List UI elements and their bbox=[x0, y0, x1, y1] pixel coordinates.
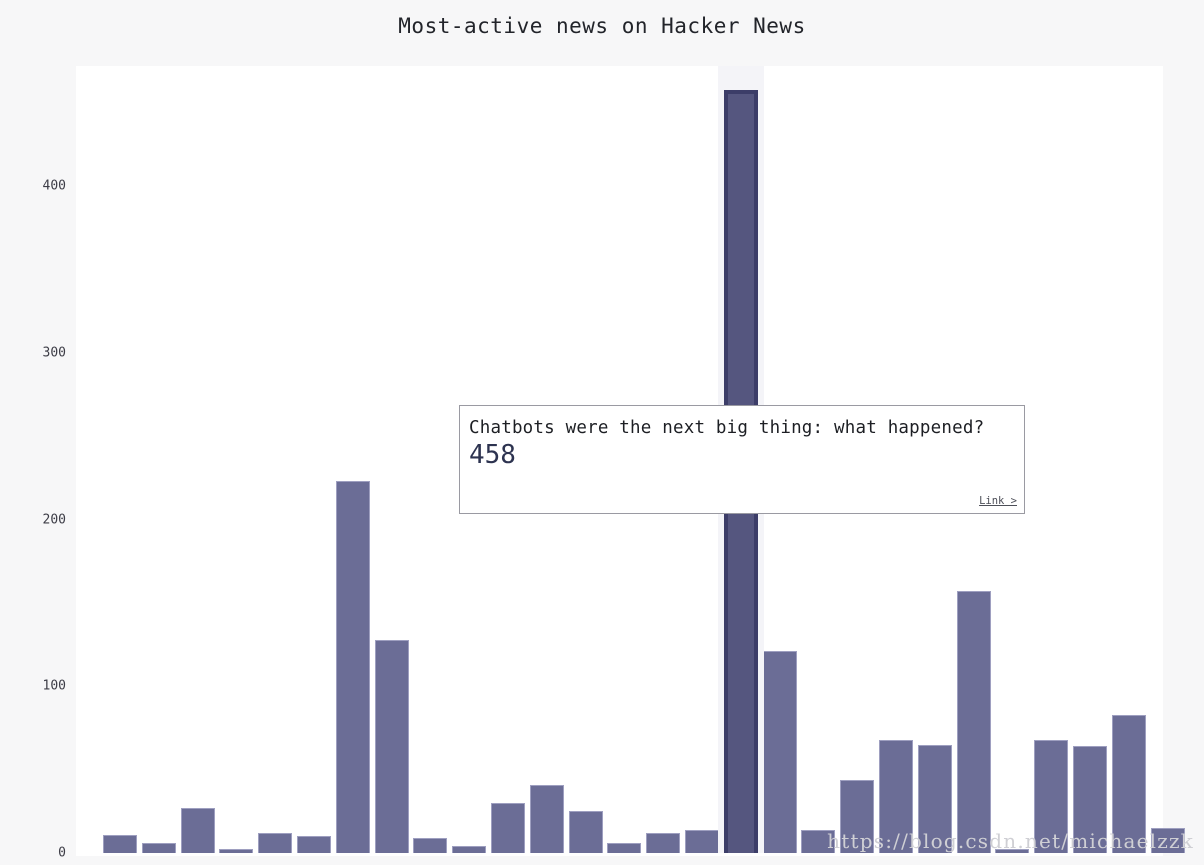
bar[interactable] bbox=[1150, 828, 1185, 853]
bar[interactable] bbox=[879, 739, 913, 853]
bar[interactable] bbox=[646, 833, 681, 853]
bar[interactable] bbox=[1111, 714, 1146, 853]
bar[interactable] bbox=[995, 849, 1030, 853]
tooltip: Chatbots were the next big thing: what h… bbox=[459, 405, 1025, 514]
bar[interactable] bbox=[529, 784, 564, 853]
bar[interactable] bbox=[568, 811, 603, 853]
bar[interactable] bbox=[491, 803, 525, 853]
bar[interactable] bbox=[917, 744, 952, 853]
chart-root: Most-active news on Hacker News 0 100 200 3… bbox=[0, 0, 1204, 865]
y-axis-tick: 300 bbox=[42, 345, 66, 361]
bar[interactable] bbox=[258, 833, 293, 853]
bar[interactable] bbox=[413, 838, 448, 853]
tooltip-link[interactable]: Link > bbox=[979, 495, 1017, 507]
bar[interactable] bbox=[297, 836, 331, 853]
bar[interactable] bbox=[607, 843, 642, 853]
bar[interactable] bbox=[219, 849, 254, 853]
y-axis-tick: 400 bbox=[42, 178, 66, 194]
bar[interactable] bbox=[1073, 746, 1107, 853]
y-axis-tick: 0 bbox=[58, 845, 66, 861]
bar[interactable] bbox=[840, 779, 875, 853]
tooltip-title: Chatbots were the next big thing: what h… bbox=[469, 418, 985, 438]
tooltip-value: 458 bbox=[469, 439, 516, 470]
bar[interactable] bbox=[180, 808, 215, 853]
bar[interactable] bbox=[452, 846, 487, 853]
y-axis-tick: 100 bbox=[42, 678, 66, 694]
y-axis: 0 100 200 300 400 bbox=[0, 66, 76, 861]
bar[interactable] bbox=[141, 843, 176, 853]
page-title: Most-active news on Hacker News bbox=[398, 14, 806, 38]
bar[interactable] bbox=[685, 829, 719, 853]
bar[interactable] bbox=[801, 829, 836, 853]
bar[interactable] bbox=[762, 651, 797, 853]
bar[interactable] bbox=[374, 639, 409, 853]
bar[interactable] bbox=[1034, 739, 1069, 853]
bar[interactable] bbox=[335, 481, 370, 853]
bar[interactable] bbox=[103, 834, 137, 853]
bar[interactable] bbox=[956, 591, 991, 853]
y-axis-tick: 200 bbox=[42, 512, 66, 528]
